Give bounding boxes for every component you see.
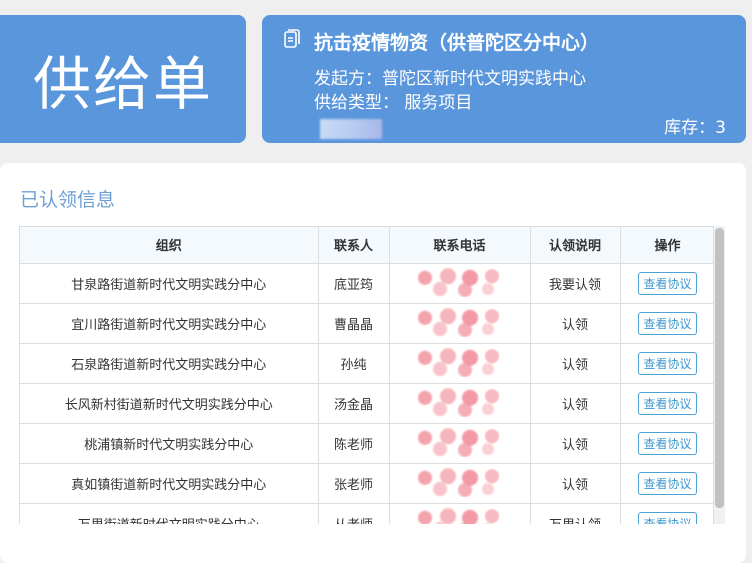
redacted-phone xyxy=(409,265,510,297)
action-cell: 查看协议 xyxy=(619,342,713,384)
phone-cell xyxy=(388,262,531,304)
org-cell: 甘泉路街道新时代文明实践分中心 xyxy=(20,262,319,304)
view-agreement-button[interactable]: 查看协议 xyxy=(638,271,697,295)
view-agreement-button[interactable]: 查看协议 xyxy=(638,471,697,495)
supply-info-card: 抗击疫情物资（供普陀区分中心） 发起方：普陀区新时代文明实践中心 供给类型： 服… xyxy=(262,15,746,143)
column-header: 联系电话 xyxy=(388,227,531,264)
table-row: 万里街道新时代文明实践分中心 从老师 万里认领 查看协议 xyxy=(20,502,713,524)
contact-cell: 孙纯 xyxy=(317,342,390,384)
table-row: 长风新村街道新时代文明实践分中心 汤金晶 认领 查看协议 xyxy=(20,382,713,424)
redacted-phone xyxy=(409,345,510,377)
contact-cell: 曹晶晶 xyxy=(317,302,390,344)
supply-title: 抗击疫情物资（供普陀区分中心） xyxy=(314,32,600,54)
action-cell: 查看协议 xyxy=(619,262,713,304)
document-icon xyxy=(284,29,300,48)
action-cell: 查看协议 xyxy=(619,382,713,424)
redacted-phone xyxy=(409,465,510,497)
org-cell: 长风新村街道新时代文明实践分中心 xyxy=(20,382,319,424)
column-header: 组织 xyxy=(20,227,319,264)
stock-count: 库存：3 xyxy=(664,118,726,138)
note-cell: 认领 xyxy=(529,302,621,344)
table-row: 甘泉路街道新时代文明实践分中心 底亚筠 我要认领 查看协议 xyxy=(20,262,713,304)
contact-cell: 张老师 xyxy=(317,462,390,504)
phone-cell xyxy=(388,422,531,464)
phone-cell xyxy=(388,382,531,424)
phone-cell xyxy=(388,502,531,524)
note-cell: 认领 xyxy=(529,462,621,504)
contact-cell: 从老师 xyxy=(317,502,390,524)
action-cell: 查看协议 xyxy=(619,502,713,524)
scrollbar[interactable] xyxy=(714,226,725,524)
column-header: 认领说明 xyxy=(529,227,621,264)
table-row: 宜川路街道新时代文明实践分中心 曹晶晶 认领 查看协议 xyxy=(20,302,713,344)
contact-cell: 汤金晶 xyxy=(317,382,390,424)
org-cell: 石泉路街道新时代文明实践分中心 xyxy=(20,342,319,384)
redacted-phone xyxy=(409,505,510,524)
note-cell: 认领 xyxy=(529,342,621,384)
note-cell: 认领 xyxy=(529,382,621,424)
note-cell: 我要认领 xyxy=(529,262,621,304)
column-header: 联系人 xyxy=(317,227,390,264)
view-agreement-button[interactable]: 查看协议 xyxy=(638,511,697,524)
note-cell: 认领 xyxy=(529,422,621,464)
org-cell: 宜川路街道新时代文明实践分中心 xyxy=(20,302,319,344)
phone-cell xyxy=(388,462,531,504)
note-cell: 万里认领 xyxy=(529,502,621,524)
table-row: 真如镇街道新时代文明实践分中心 张老师 认领 查看协议 xyxy=(20,462,713,504)
view-agreement-button[interactable]: 查看协议 xyxy=(638,391,697,415)
scrollbar-thumb[interactable] xyxy=(715,228,724,508)
redacted-phone xyxy=(409,305,510,337)
org-cell: 桃浦镇新时代文明实践分中心 xyxy=(20,422,319,464)
supply-badge: 供给单 xyxy=(0,15,246,143)
org-cell: 真如镇街道新时代文明实践分中心 xyxy=(20,462,319,504)
supply-type: 供给类型： 服务项目 xyxy=(314,93,473,113)
org-cell: 万里街道新时代文明实践分中心 xyxy=(20,502,319,524)
redacted-area xyxy=(320,119,382,139)
initiator: 发起方：普陀区新时代文明实践中心 xyxy=(314,69,586,89)
redacted-phone xyxy=(409,425,510,457)
action-cell: 查看协议 xyxy=(619,302,713,344)
claims-table: 组织 联系人 联系电话 认领说明 操作 甘泉路街道新时代文明实践分中心 底亚筠 我要认领… xyxy=(19,226,714,524)
phone-cell xyxy=(388,302,531,344)
column-header: 操作 xyxy=(619,227,713,264)
table-row: 石泉路街道新时代文明实践分中心 孙纯 认领 查看协议 xyxy=(20,342,713,384)
section-title: 已认领信息 xyxy=(20,189,116,211)
table-row: 桃浦镇新时代文明实践分中心 陈老师 认领 查看协议 xyxy=(20,422,713,464)
redacted-phone xyxy=(409,385,510,417)
action-cell: 查看协议 xyxy=(619,422,713,464)
contact-cell: 陈老师 xyxy=(317,422,390,464)
contact-cell: 底亚筠 xyxy=(317,262,390,304)
action-cell: 查看协议 xyxy=(619,462,713,504)
view-agreement-button[interactable]: 查看协议 xyxy=(638,431,697,455)
phone-cell xyxy=(388,342,531,384)
view-agreement-button[interactable]: 查看协议 xyxy=(638,351,697,375)
view-agreement-button[interactable]: 查看协议 xyxy=(638,311,697,335)
